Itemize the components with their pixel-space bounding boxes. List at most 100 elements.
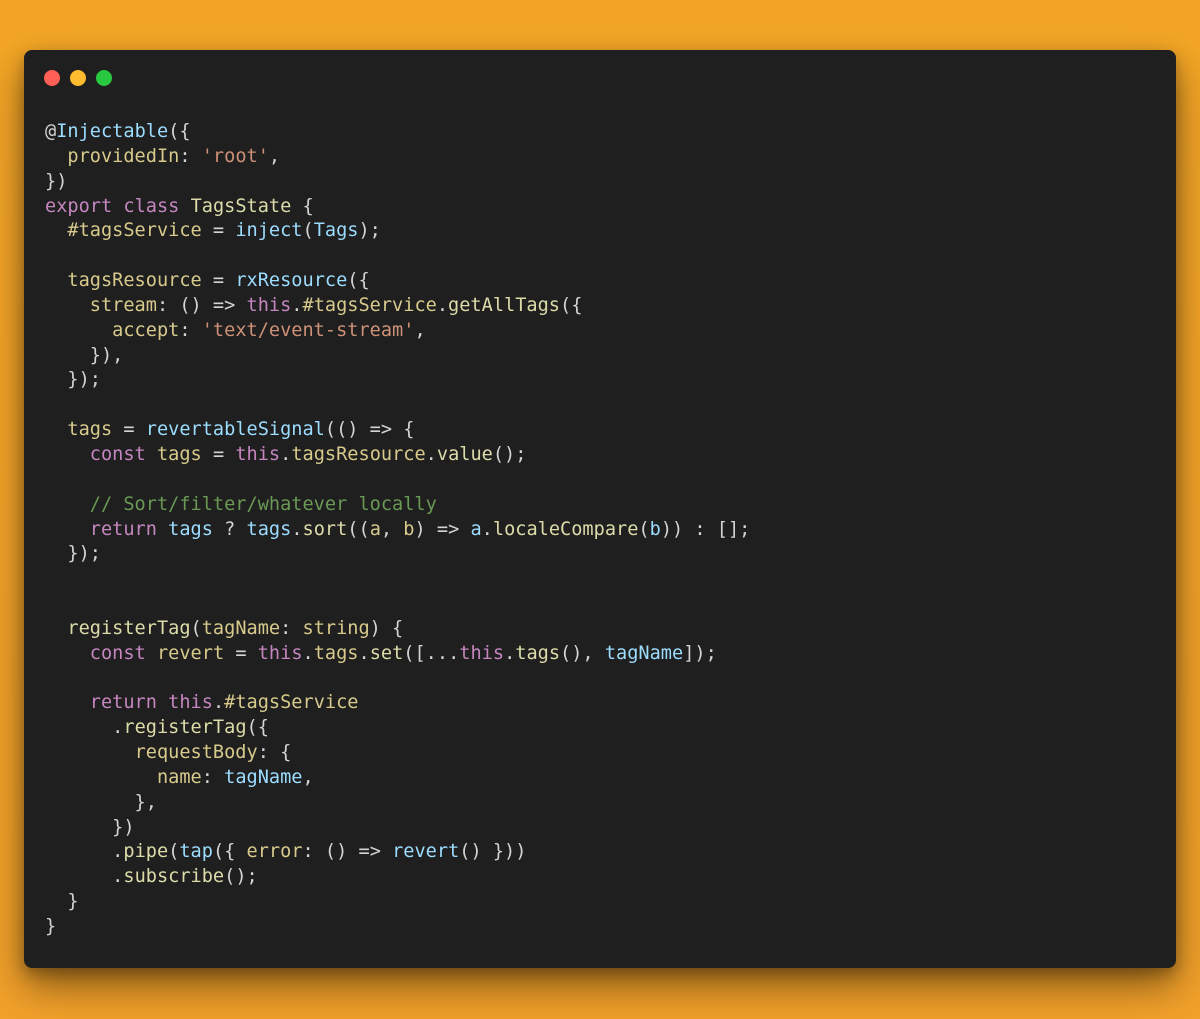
code-token: }, (45, 791, 157, 813)
code-token: this (459, 642, 505, 664)
code-token: ( (168, 841, 180, 863)
code-token: ([... (403, 642, 460, 664)
code-token: tagName (604, 642, 684, 664)
code-token: (), (560, 642, 605, 664)
code-token: tap (179, 841, 213, 863)
code-line: }) (45, 170, 750, 195)
code-token: = (201, 443, 236, 465)
code-line: .pipe(tap({ error: () => revert() })) (45, 840, 750, 865)
code-token: #tagsService (224, 692, 359, 714)
code-token: return (89, 692, 157, 714)
code-token: (() => { (324, 419, 415, 441)
code-token: = (201, 270, 236, 292)
code-line: } (45, 890, 750, 915)
code-line: return this.#tagsService (45, 691, 750, 716)
code-token: = (112, 419, 146, 441)
code-token: }), (45, 344, 124, 366)
code-token: )) : []; (660, 518, 751, 540)
code-token: ( (190, 617, 202, 639)
code-token: tags (313, 642, 359, 664)
code-token: 'root' (201, 145, 269, 167)
code-token: () })) (459, 841, 527, 863)
code-token: accept (112, 319, 180, 341)
code-token: . (302, 642, 314, 664)
code-token: : (280, 617, 303, 639)
code-token: (); (492, 443, 527, 465)
code-token: 'text/event-stream' (201, 319, 415, 341)
code-line: return tags ? tags.sort((a, b) => a.loca… (45, 518, 751, 543)
code-token: registerTag (123, 717, 247, 739)
code-token: error (246, 841, 303, 863)
code-token: (( (347, 518, 370, 540)
code-token: ({ (212, 841, 247, 863)
code-token: , (268, 145, 281, 167)
code-token: export (45, 195, 113, 217)
code-token: = (224, 642, 258, 664)
code-token: ( (302, 220, 314, 242)
code-line: @Injectable({ (45, 120, 750, 145)
code-line: } (45, 915, 750, 940)
code-token: revert (156, 642, 225, 664)
code-window: @Injectable({ providedIn: 'root',}) expor… (24, 50, 1176, 968)
maximize-icon[interactable] (96, 70, 112, 86)
code-token: a (369, 518, 381, 540)
code-token: , (380, 518, 404, 540)
code-line: name: tagName, (45, 766, 750, 791)
code-line: stream: () => this.#tagsService.getAllTa… (45, 294, 750, 319)
code-token: : () => (156, 294, 247, 316)
code-token: ({ (347, 270, 370, 292)
code-token: this (246, 294, 292, 316)
minimize-icon[interactable] (70, 70, 86, 86)
code-token: const (89, 642, 146, 664)
code-token: tagsResource (67, 270, 202, 292)
code-token: . (358, 642, 370, 664)
code-line: providedIn: 'root', (45, 145, 750, 170)
code-token: tagsResource (291, 443, 426, 465)
code-token: ); (358, 220, 381, 242)
code-token: (); (224, 866, 258, 888)
code-line: const revert = this.tags.set([...this.ta… (45, 642, 750, 667)
code-token: this (257, 642, 303, 664)
code-token: Injectable (56, 121, 169, 142)
code-token: sort (302, 518, 348, 540)
code-token: #tagsService (302, 294, 437, 316)
code-line: }); (45, 368, 750, 393)
code-token: registerTag (67, 617, 191, 639)
code-token: set (369, 642, 404, 664)
code-token: #tagsService (67, 220, 202, 242)
code-token: : () => (302, 841, 393, 863)
code-token: = (201, 220, 236, 242)
code-token: this (168, 692, 213, 714)
code-token: b (403, 518, 415, 540)
code-token: . (425, 443, 437, 465)
code-token: ({ (168, 121, 191, 142)
code-token: , (414, 319, 426, 341)
code-token: : { (257, 742, 292, 764)
code-token: revertableSignal (145, 419, 325, 441)
close-icon[interactable] (44, 70, 60, 86)
code-line: // Sort/filter/whatever locally (45, 493, 750, 518)
code-line: .subscribe(); (45, 865, 750, 890)
code-token: ? (212, 518, 247, 540)
code-token: getAllTags (448, 294, 560, 316)
code-token: tags (156, 443, 202, 465)
code-token: . (436, 294, 449, 316)
code-line: .registerTag({ (45, 716, 750, 741)
code-token: b (649, 518, 661, 540)
code-token: : (201, 766, 225, 788)
code-line: tagsResource = rxResource({ (45, 269, 750, 294)
